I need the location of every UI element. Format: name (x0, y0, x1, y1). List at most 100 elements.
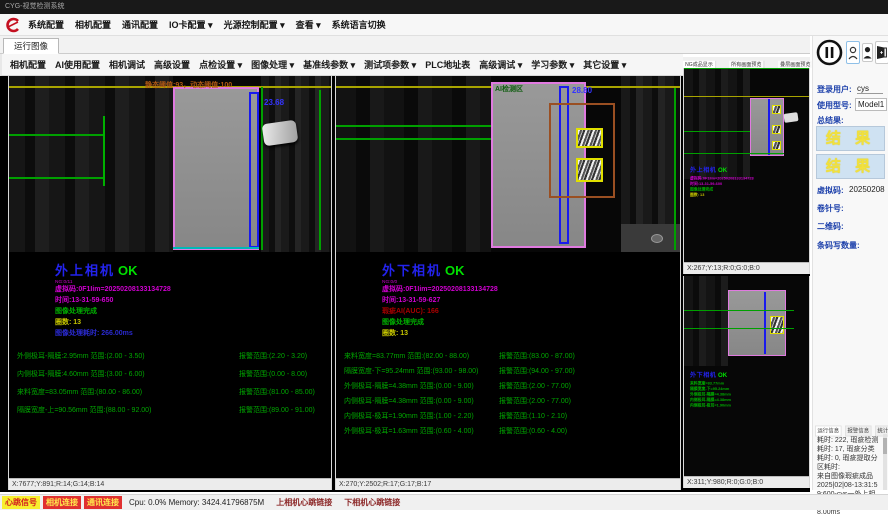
log-scrollbar[interactable] (883, 434, 887, 490)
baseline-yellow (684, 96, 809, 97)
result-text-outer-upper: NG:0/11 外上相机OK 虚拟码:0F1Iim=20250208133134… (9, 260, 331, 486)
result-text-outer-lower: NG:0/0 外下相机OK 虚拟码:0F1Iim=202502081331347… (336, 260, 680, 486)
menu-item-view[interactable]: 查看 ▾ (296, 18, 321, 31)
lower-camera-heartbeat-link[interactable]: 下相机心跳链接 (344, 497, 400, 508)
log-scrollbar-thumb[interactable] (883, 438, 887, 454)
pixel-readout-bar-preview-top: X:267;Y:13;R:0;G:0;B:0 (684, 262, 809, 274)
preview-panel-top: 外上相机OK 虚拟码:0F1Iim=20250208133134728 时间:1… (683, 68, 810, 274)
edge-roi-blue (249, 92, 259, 248)
time-line: 时间:13-31-59-650 (55, 295, 331, 306)
toolbar-item-learning-params[interactable]: 学习参数 ▾ (531, 58, 574, 71)
login-user-label: 登录用户: (817, 84, 852, 95)
toolbar-item-spot-check[interactable]: 点检设置 ▾ (199, 58, 242, 71)
winding-pin-label: 卷针号: (817, 203, 844, 214)
control-panel: 登录用户: cys 使用型号: Model1 总结果: 结 果 结 果 虚拟码:… (812, 36, 888, 490)
tab-roi-yellow-1 (576, 128, 603, 148)
model-value[interactable]: Model1 (855, 98, 887, 111)
tab-roi-yellow-2 (576, 158, 603, 182)
pause-button[interactable] (816, 39, 843, 66)
measurement-row: 来料宽度=83.77mm 范围:(82.00 - 88.00)报警范围:(83.… (344, 351, 680, 361)
user-filled-icon (863, 46, 872, 59)
result-box-1: 结 果 (816, 126, 885, 151)
result-box-2: 结 果 (816, 154, 885, 179)
toolbar-item-camera-debug[interactable]: 相机调试 (109, 58, 145, 71)
status-bar: 心跳信号 相机连接 通讯连接 Cpu: 0.0% Memory: 3424.41… (0, 494, 888, 510)
machinery-background (684, 69, 750, 179)
edge-line-green (103, 116, 105, 186)
menu-item-system-config[interactable]: 系统配置 (28, 18, 64, 31)
camera-result-title: 外下相机OK (382, 260, 680, 280)
measurement-row: 隔膜宽度-下=95.24mm 范围:(93.00 - 98.00)报警范围:(9… (344, 366, 680, 376)
user-button[interactable] (862, 43, 873, 62)
toolbar-item-other-settings[interactable]: 其它设置 ▾ (583, 58, 626, 71)
window-titlebar: CYG-视觉检测系统 (0, 0, 888, 14)
separator-film-roi-pink (173, 87, 259, 250)
user-switch-button[interactable] (846, 41, 860, 64)
toolbar-item-image-processing[interactable]: 图像处理 ▾ (251, 58, 294, 71)
upper-camera-heartbeat-link[interactable]: 上相机心跳链接 (276, 497, 332, 508)
preview-tab-bar: NG成品显示 所有画面预览 叠层画面预览 (683, 57, 810, 68)
barcode-line: 虚拟码:0F1Iim=20250208133134728 (382, 284, 680, 295)
right-edge-line-green (319, 90, 321, 250)
exit-button[interactable] (875, 41, 888, 64)
camera-name-label: 外上相机 (55, 263, 115, 278)
measurement-row: 外侧极耳-隔膜=4.38mm 范围:(0.00 - 9.00)报警范围:(2.0… (344, 381, 680, 391)
exit-door-icon (876, 45, 888, 60)
toolbar-item-advanced-settings[interactable]: 高级设置 (154, 58, 190, 71)
measurement-row: 来料宽度=83.05mm 范围:(80.00 - 86.00)报警范围:(81.… (17, 387, 331, 397)
virtual-code-value: 20250208 (849, 185, 885, 194)
app-window: CYG-视觉检测系统 系统配置 相机配置 通讯配置 IO卡配置 ▾ 光源控制配置… (0, 0, 888, 522)
bolt-detail (651, 234, 663, 243)
process-done-line: 图像处理完成 (55, 306, 331, 317)
measure-line-green-2 (9, 177, 105, 179)
tab-roi-yellow-3 (772, 141, 781, 150)
inspection-roi-brown (549, 103, 615, 198)
measurement-row: 隔膜宽度-上=90.56mm 范围:(88.00 - 92.00)报警范围:(8… (17, 405, 331, 415)
camera-name-label: 外下相机 (382, 263, 442, 278)
ai-region-label: AI检测区 (495, 84, 523, 94)
toolbar-item-advanced-debug[interactable]: 高级调试 ▾ (479, 58, 522, 71)
cpu-memory-readout: Cpu: 0.0% Memory: 3424.41796875M (129, 498, 264, 507)
comm-connection-badge: 通讯连接 (84, 496, 122, 509)
tab-stack-views[interactable]: 叠层画面预览 (778, 61, 813, 68)
mini-result-text: 外下相机OK 来料宽度=83.77mm 隔膜宽度-下=95.24mm 外侧极耳-… (690, 370, 809, 409)
tab-run-image[interactable]: 运行图像 (3, 38, 59, 54)
total-result-label: 总结果: (817, 115, 844, 126)
measure-line-green-2 (684, 153, 784, 154)
toolbar-item-plc-address-table[interactable]: PLC地址表 (425, 58, 470, 71)
menu-item-light-config[interactable]: 光源控制配置 ▾ (224, 18, 285, 31)
pixel-readout-bar-left: X:7677;Y:891;R:14;G:14;B:14 (9, 478, 331, 490)
heartbeat-status-badge: 心跳信号 (2, 496, 40, 509)
ng-count-note: NG:0/11 (55, 280, 73, 285)
virtual-code-label: 虚拟码: (817, 185, 844, 196)
menu-item-comm-config[interactable]: 通讯配置 (122, 18, 158, 31)
tab-alarm-info[interactable]: 报警信息 (845, 426, 872, 437)
toolbar-item-camera-config[interactable]: 相机配置 (10, 58, 46, 71)
process-done-line: 图像处理完成 (382, 317, 680, 328)
edge-roi-blue (764, 292, 766, 354)
menu-item-io-config[interactable]: IO卡配置 ▾ (169, 18, 213, 31)
edge-roi-blue (768, 99, 770, 155)
preview-image-top[interactable]: 外上相机OK 虚拟码:0F1Iim=20250208133134728 时间:1… (684, 68, 809, 263)
menu-item-language-switch[interactable]: 系统语言切换 (332, 18, 386, 31)
toolbar-item-baseline-params[interactable]: 基准线参数 ▾ (303, 58, 355, 71)
measure-line-green-1 (684, 131, 750, 132)
menu-item-camera-config[interactable]: 相机配置 (75, 18, 111, 31)
qr-code-label: 二维码: (817, 221, 844, 232)
film-edge-line-green (261, 87, 263, 250)
toolbar-item-ai-usage-config[interactable]: AI使用配置 (55, 58, 100, 71)
login-user-value[interactable]: cys (857, 84, 883, 94)
machinery-background (684, 276, 728, 366)
tab-run-info[interactable]: 运行信息 (815, 426, 842, 437)
toolbar: 相机配置 AI使用配置 相机调试 高级设置 点检设置 ▾ 图像处理 ▾ 基准线参… (0, 54, 683, 76)
machinery-background-left (9, 76, 173, 252)
preview-image-bottom[interactable]: 外下相机OK 来料宽度=83.77mm 隔膜宽度-下=95.24mm 外侧极耳-… (684, 276, 809, 476)
tab-all-views[interactable]: 所有画面预览 (729, 61, 764, 68)
ai-result-line: 瑕疵AI(AUC): 166 (382, 306, 680, 317)
camera-connection-badge: 相机连接 (43, 496, 81, 509)
toolbar-item-test-item-params[interactable]: 测试项参数 ▾ (364, 58, 416, 71)
camera-image-outer-upper[interactable]: 静态阈值:93，动态阈值:100 23.68 (9, 76, 331, 252)
camera-image-outer-lower[interactable]: AI检测区 28.80 (336, 76, 680, 252)
model-label: 使用型号: (817, 100, 852, 111)
tab-ng-product-view[interactable]: NG成品显示 (683, 61, 716, 68)
